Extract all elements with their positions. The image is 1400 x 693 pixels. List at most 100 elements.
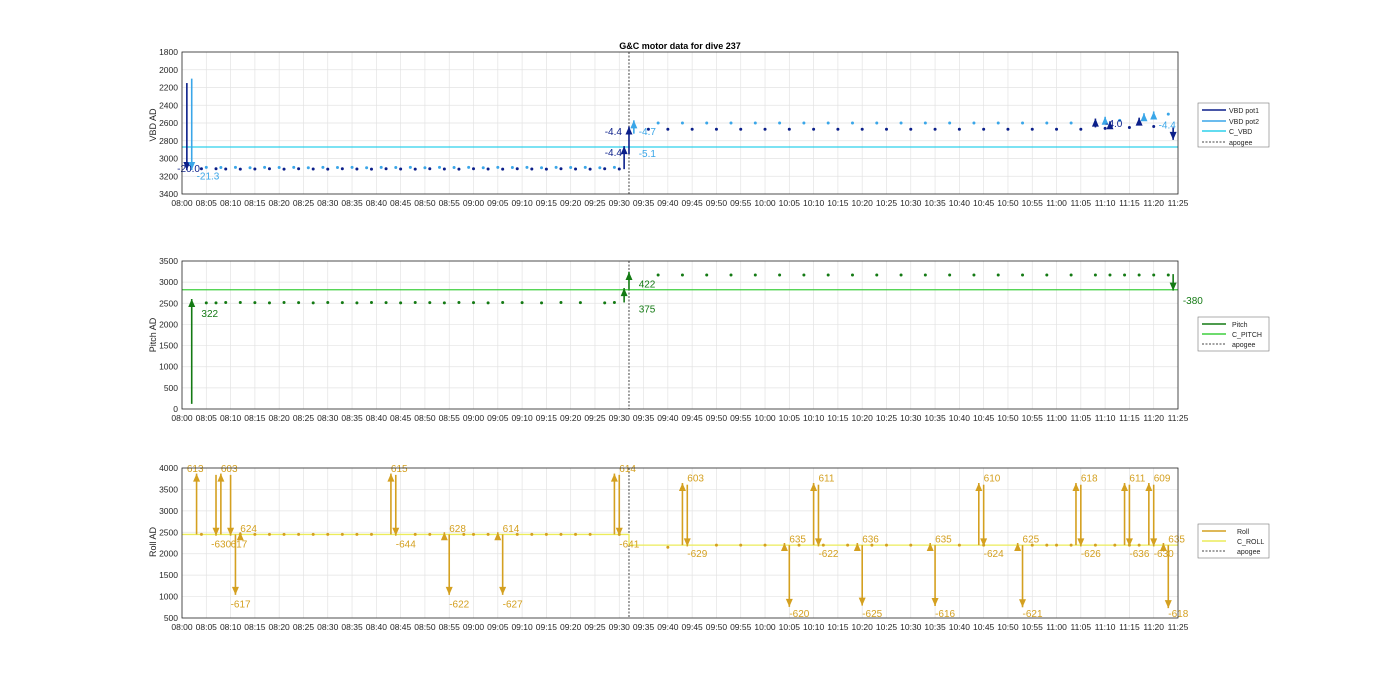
pitch-data-point [778,273,782,277]
vbd-legend: VBD pot1 VBD pot2 C_VBD apogee [1197,102,1270,148]
pitch-data-point [253,301,257,305]
vbd-data-point [909,127,913,131]
legend-label-c-pitch: C_PITCH [1232,332,1262,339]
pitch-x-tick-label: 10:10 [803,413,825,423]
pitch-x-tick-label: 09:45 [682,413,704,423]
roll-annotation: 624 [240,524,257,535]
vbd-x-tick-label: 10:25 [876,198,898,208]
pitch-annotation: 322 [201,309,218,320]
roll-x-tick-label: 09:35 [633,622,655,632]
legend-label-c-roll: C_ROLL [1237,539,1264,546]
vbd-data-point [690,127,694,131]
vbd-data-point [972,121,976,125]
pitch-annotation: 375 [639,305,656,316]
roll-x-tick-label: 10:55 [1022,622,1044,632]
roll-annotation: -625 [862,609,882,620]
pitch-x-tick-label: 11:00 [1046,413,1067,423]
vbd-data-point [598,166,602,170]
pitch-data-point [384,301,388,305]
vbd-data-point [263,165,267,169]
vbd-annotation: -4.4 [605,127,623,138]
roll-annotation: 609 [1154,474,1171,485]
pitch-data-point [311,301,315,305]
vbd-data-point [617,167,621,171]
roll-x-tick-label: 10:45 [973,622,995,632]
roll-y-tick-label: 3500 [159,484,178,494]
vbd-x-tick-label: 11:25 [1168,198,1189,208]
roll-x-tick-label: 08:35 [341,622,363,632]
vbd-data-point [739,127,743,131]
pitch-data-point [802,273,806,277]
vbd-y-tick-label: 3200 [159,171,178,181]
pitch-x-tick-label: 09:50 [706,413,728,423]
pitch-x-tick-label: 08:50 [414,413,436,423]
roll-data-point [282,532,286,536]
vbd-data-point [574,167,578,171]
vbd-x-tick-label: 10:40 [949,198,971,208]
vbd-data-point [1166,112,1170,116]
roll-x-tick-label: 08:00 [171,622,193,632]
pitch-data-point [1137,273,1141,277]
vbd-data-point [948,121,952,125]
pitch-data-point [996,273,1000,277]
vbd-x-tick-label: 11:20 [1143,198,1164,208]
roll-data-point [413,532,417,536]
vbd-annotation: -4.4 [1159,121,1177,132]
vbd-data-point [282,167,286,171]
vbd-y-tick-label: 3400 [159,189,178,199]
vbd-annotation: -4.0 [1105,119,1123,130]
roll-annotation: -621 [1023,609,1043,620]
vbd-data-point [544,167,548,171]
pitch-x-tick-label: 08:15 [244,413,266,423]
pitch-legend: Pitch C_PITCH apogee [1197,316,1270,352]
roll-y-tick-label: 1500 [159,570,178,580]
pitch-data-point [224,300,228,304]
roll-data-point [199,532,203,536]
vbd-data-point [442,167,446,171]
pitch-y-tick-label: 1500 [159,341,178,351]
pitch-data-point [1123,273,1127,277]
roll-x-tick-label: 08:40 [366,622,388,632]
pitch-data-point [656,273,660,277]
pitch-data-point [1045,273,1049,277]
pitch-y-tick-label: 3000 [159,277,178,287]
roll-data-point [1113,543,1117,547]
vbd-data-point [836,127,840,131]
vbd-data-point [214,167,218,171]
pitch-x-tick-label: 08:55 [439,413,461,423]
pitch-data-point [578,301,582,305]
roll-annotation: 617 [231,539,248,550]
vbd-data-point [729,121,733,125]
pitch-ylabel: Pitch AD [148,317,158,352]
vbd-data-point [714,127,718,131]
roll-annotation: -627 [503,600,523,611]
roll-x-tick-label: 08:55 [439,622,461,632]
vbd-data-point [612,165,616,169]
vbd-y-tick-label: 2400 [159,100,178,110]
vbd-x-tick-label: 11:15 [1119,198,1140,208]
roll-x-tick-label: 09:45 [682,622,704,632]
roll-x-tick-label: 08:25 [293,622,315,632]
vbd-x-tick-label: 09:15 [536,198,558,208]
vbd-data-point [297,167,301,171]
vbd-data-point [379,165,383,169]
vbd-data-point [1045,121,1049,125]
vbd-data-point [311,167,315,171]
pitch-x-tick-label: 10:20 [852,413,874,423]
roll-x-tick-label: 11:25 [1168,622,1189,632]
roll-annotation: -624 [984,549,1004,560]
roll-annotation: -629 [687,549,707,560]
vbd-data-point [267,167,271,171]
roll-data-point [355,532,359,536]
pitch-data-point [899,273,903,277]
pitch-data-point [214,301,218,305]
vbd-data-point [559,167,563,171]
vbd-data-point [510,166,514,170]
roll-data-point [574,532,578,536]
vbd-data-point [583,165,587,169]
pitch-data-point [680,273,684,277]
vbd-x-tick-label: 10:30 [900,198,922,208]
vbd-data-point [321,165,325,169]
pitch-x-tick-label: 11:15 [1119,413,1140,423]
roll-x-tick-label: 09:10 [511,622,533,632]
